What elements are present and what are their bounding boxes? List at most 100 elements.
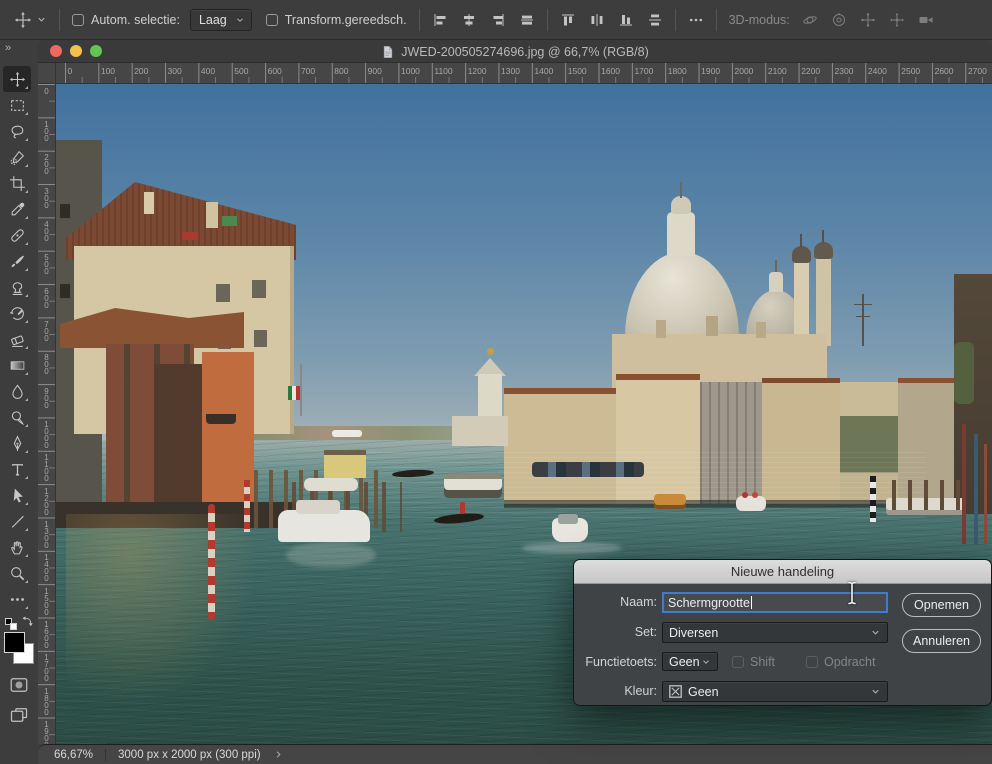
ruler-h-label: 1900	[701, 66, 720, 76]
screen-mode-icon[interactable]	[7, 704, 31, 726]
panel-expand-icon[interactable]: »	[5, 42, 12, 54]
pan-3d-icon[interactable]	[860, 12, 876, 28]
history-brush-tool[interactable]	[3, 300, 31, 326]
vertical-ruler[interactable]: 0100200300400500600700800900100011001200…	[38, 84, 56, 744]
auto-select-checkbox[interactable]	[72, 14, 84, 26]
photo-distant-boat	[332, 430, 362, 437]
ruler-h-label: 2100	[768, 66, 787, 76]
align-bottom-icon[interactable]	[618, 12, 634, 28]
ruler-h-label: 1000	[401, 66, 420, 76]
checkbox-box	[732, 656, 744, 668]
clone-stamp-tool[interactable]	[3, 274, 31, 300]
ruler-h-label: 2200	[801, 66, 820, 76]
color-dropdown[interactable]: Geen	[662, 681, 888, 702]
orbit-3d-icon[interactable]	[802, 12, 818, 28]
align-center-h-icon[interactable]	[461, 12, 477, 28]
divider	[547, 9, 548, 31]
dialog-title: Nieuwe handeling	[574, 560, 991, 584]
eyedropper-tool[interactable]	[3, 196, 31, 222]
chevron-right-icon[interactable]	[273, 749, 284, 760]
blur-tool[interactable]	[3, 378, 31, 404]
name-value: Schermgrootte	[668, 596, 750, 610]
distribute-h-icon[interactable]	[589, 12, 605, 28]
ruler-v-label: 1000	[42, 420, 51, 448]
text-cursor	[845, 580, 859, 611]
tool-options-bar: Autom. selectie: Laag Transform.gereedsc…	[0, 0, 992, 40]
quick-mask-icon[interactable]	[7, 674, 31, 696]
ruler-h-label: 1100	[434, 66, 452, 76]
rectangular-marquee-tool[interactable]	[3, 92, 31, 118]
brush-tool[interactable]	[3, 248, 31, 274]
move-tool-icon	[14, 11, 32, 29]
ruler-v-label: 1900	[42, 720, 51, 744]
ruler-h-label: 700	[301, 66, 315, 76]
chevron-down-icon	[870, 627, 881, 638]
command-checkbox[interactable]: Opdracht	[806, 652, 875, 671]
ruler-h-label: 400	[201, 66, 215, 76]
spot-healing-brush-tool[interactable]	[3, 222, 31, 248]
divider	[419, 9, 420, 31]
eraser-tool[interactable]	[3, 326, 31, 352]
zoom-level-field[interactable]: 66,67%	[54, 749, 93, 761]
tool-preset-chevron-icon[interactable]	[36, 14, 47, 25]
shift-label: Shift	[750, 655, 775, 669]
document-size-text: 3000 px x 2000 px (300 ppi)	[118, 749, 261, 761]
quick-selection-tool[interactable]	[3, 144, 31, 170]
ruler-h-label: 1800	[668, 66, 687, 76]
default-colors-icon[interactable]	[10, 623, 17, 630]
photoshop-app: Autom. selectie: Laag Transform.gereedsc…	[0, 0, 992, 764]
ruler-v-label: 1100	[42, 453, 51, 481]
roll-3d-icon[interactable]	[831, 12, 847, 28]
dodge-tool[interactable]	[3, 404, 31, 430]
ruler-h-label: 600	[268, 66, 282, 76]
move-tool[interactable]	[3, 66, 31, 92]
zoom-tool[interactable]	[3, 560, 31, 586]
ruler-v-label: 1700	[42, 653, 51, 681]
align-middle-icon[interactable]	[519, 12, 535, 28]
text-caret	[751, 596, 752, 609]
cancel-button[interactable]: Annuleren	[902, 629, 981, 653]
ruler-h-label: 2600	[935, 66, 954, 76]
record-button[interactable]: Opnemen	[902, 593, 981, 617]
new-action-dialog: Nieuwe handeling Naam: Schermgrootte Set…	[573, 559, 992, 706]
foreground-color-swatch[interactable]	[4, 632, 25, 653]
ruler-v-label: 500	[42, 253, 51, 274]
auto-select-label: Autom. selectie:	[91, 13, 180, 27]
more-options-icon[interactable]	[688, 12, 704, 28]
type-tool[interactable]	[3, 456, 31, 482]
ruler-h-label: 1300	[501, 66, 520, 76]
swap-colors-icon[interactable]	[20, 615, 35, 630]
zoom-3d-icon[interactable]	[918, 12, 934, 28]
command-label: Opdracht	[824, 655, 875, 669]
document-window-titlebar[interactable]: JWED-200505274696.jpg @ 66,7% (RGB/8)	[38, 40, 992, 63]
line-tool[interactable]	[3, 508, 31, 534]
threed-icons-group	[802, 12, 934, 28]
function-key-dropdown[interactable]: Geen	[662, 652, 718, 671]
align-right-icon[interactable]	[490, 12, 506, 28]
gradient-tool[interactable]	[3, 352, 31, 378]
ruler-h-label: 1400	[534, 66, 553, 76]
pen-tool[interactable]	[3, 430, 31, 456]
status-bar: 66,67% 3000 px x 2000 px (300 ppi)	[38, 744, 992, 764]
set-dropdown[interactable]: Diversen	[662, 622, 888, 643]
hand-tool[interactable]	[3, 534, 31, 560]
no-color-icon	[669, 685, 682, 698]
distribute-v-icon[interactable]	[647, 12, 663, 28]
shift-checkbox[interactable]: Shift	[732, 652, 775, 671]
path-selection-tool[interactable]	[3, 482, 31, 508]
ruler-h-label: 2400	[868, 66, 887, 76]
ruler-h-label: 2700	[968, 66, 987, 76]
ruler-v-label: 1800	[42, 687, 51, 715]
edit-toolbar[interactable]	[3, 586, 31, 612]
align-left-icon[interactable]	[432, 12, 448, 28]
tools-panel	[3, 66, 33, 612]
slide-3d-icon[interactable]	[889, 12, 905, 28]
auto-select-target-dropdown[interactable]: Laag	[190, 9, 252, 31]
show-transform-checkbox[interactable]	[266, 14, 278, 26]
horizontal-ruler[interactable]: 0100200300400500600700800900100011001200…	[56, 63, 992, 84]
ruler-v-label: 1500	[42, 587, 51, 615]
align-top-icon[interactable]	[560, 12, 576, 28]
ruler-h-label: 1200	[468, 66, 487, 76]
lasso-tool[interactable]	[3, 118, 31, 144]
crop-tool[interactable]	[3, 170, 31, 196]
